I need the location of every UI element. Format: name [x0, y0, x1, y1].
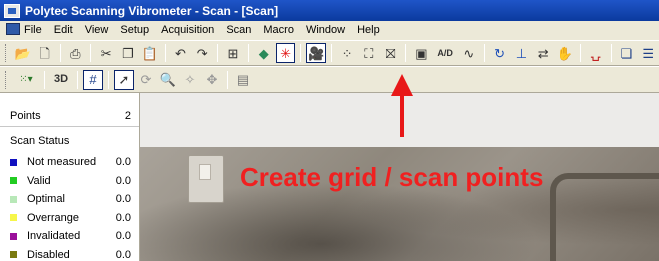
hand-icon[interactable]: ✋ [555, 43, 575, 63]
zoom-icon[interactable]: 🔍 [158, 70, 178, 90]
status-swatch [10, 214, 17, 222]
undo-icon[interactable]: ↶ [171, 43, 191, 63]
menu-setup[interactable]: Setup [114, 21, 155, 40]
toolbar-separator [579, 44, 581, 62]
menu-bar: File Edit View Setup Acquisition Scan Ma… [0, 21, 659, 40]
status-row-not-measured: Not measured 0.0 [0, 153, 139, 172]
new-icon[interactable]: 🗋 [35, 43, 55, 63]
annotation-text: Create grid / scan points [240, 162, 544, 192]
ad-settings-button[interactable]: A/D [433, 43, 457, 63]
camera-icon[interactable]: 🎥 [306, 43, 327, 63]
title-bar: Polytec Scanning Vibrometer - Scan - [Sc… [0, 0, 659, 21]
toolbar-separator [247, 44, 249, 62]
toolbar-separator [331, 44, 333, 62]
define-grid-icon[interactable]: ⛶ [359, 43, 379, 63]
status-swatch [10, 232, 17, 240]
scan-status-panel: Points 2 Scan Status Not measured 0.0 Va… [0, 93, 140, 261]
windows-icon[interactable]: ❏ [617, 43, 637, 63]
cut-icon[interactable]: ✂ [96, 43, 116, 63]
copy-icon[interactable]: ❐ [118, 43, 138, 63]
toolbar-separator [164, 44, 166, 62]
toolbar-separator [610, 44, 612, 62]
toolbar-separator [59, 44, 61, 62]
open-icon[interactable]: 📂 [13, 43, 33, 63]
measure-icon[interactable]: ▣ [411, 43, 431, 63]
document-menu-icon[interactable] [6, 23, 20, 35]
points-label: Points [10, 109, 41, 122]
list-icon[interactable]: ▤ [233, 70, 253, 90]
toolbar-grip[interactable] [5, 70, 8, 89]
points-row: Points 2 [0, 105, 139, 127]
status-row-valid: Valid 0.0 [0, 172, 139, 191]
toolbar-grip[interactable] [5, 44, 8, 62]
signal-icon[interactable]: ⍽ [586, 43, 606, 63]
arrows-icon[interactable]: ⇄ [533, 43, 553, 63]
toolbar-separator [90, 44, 92, 62]
menu-window[interactable]: Window [300, 21, 351, 40]
print-icon[interactable]: ⎙ [66, 43, 86, 63]
refresh-icon[interactable]: ↻ [490, 43, 510, 63]
light-icon[interactable]: ✧ [180, 70, 200, 90]
status-row-optimal: Optimal 0.0 [0, 190, 139, 209]
tree-icon[interactable]: ⊞ [223, 43, 243, 63]
one-point-icon[interactable]: ⊥ [512, 43, 532, 63]
view-toolbar: ⁙▾ 3D # ➚ ⟳ 🔍 ✧ ✥ ▤ [0, 66, 659, 93]
main-toolbar: 📂 🗋 ⎙ ✂ ❐ 📋 ↶ ↷ ⊞ ◆ ✳ 🎥 ⁘ ⛶ ⛝ ▣ A/D ∿ ↻ … [0, 40, 659, 66]
toolbar-separator [227, 70, 228, 89]
wall-socket-image [188, 155, 224, 203]
menu-view[interactable]: View [79, 21, 115, 40]
points-count: 2 [124, 109, 131, 122]
rotate-icon[interactable]: ⟳ [136, 70, 156, 90]
3d-button[interactable]: 3D [50, 70, 72, 90]
annotation-arrow-shaft [400, 93, 404, 137]
toolbar-separator [300, 44, 302, 62]
move-icon[interactable]: ✥ [202, 70, 222, 90]
laser-diamond-icon[interactable]: ◆ [254, 43, 274, 63]
toolbar-separator [483, 44, 485, 62]
toolbar-separator [108, 70, 109, 89]
toolbar-separator [217, 44, 219, 62]
snap-points-icon[interactable]: ⁘ [337, 43, 357, 63]
status-row-disabled: Disabled 0.0 [0, 246, 139, 261]
laser-star-icon[interactable]: ✳ [275, 43, 296, 63]
status-swatch [10, 158, 17, 166]
toolbar-separator [405, 44, 407, 62]
pointer-icon[interactable]: ➚ [114, 69, 134, 90]
status-swatch [10, 177, 17, 185]
toolbar-separator [77, 70, 78, 89]
status-row-invalidated: Invalidated 0.0 [0, 227, 139, 246]
menu-edit[interactable]: Edit [48, 21, 79, 40]
status-row-overrange: Overrange 0.0 [0, 209, 139, 228]
grid-icon[interactable]: # [83, 69, 103, 90]
menu-acquisition[interactable]: Acquisition [155, 21, 220, 40]
toolbar-separator [44, 70, 45, 89]
create-grid-scan-points-icon[interactable]: ⛝ [381, 43, 401, 63]
menu-macro[interactable]: Macro [257, 21, 300, 40]
status-swatch [10, 251, 17, 259]
generator-icon[interactable]: ∿ [459, 43, 479, 63]
menu-scan[interactable]: Scan [220, 21, 257, 40]
redo-icon[interactable]: ↷ [192, 43, 212, 63]
palette-dropdown-icon[interactable]: ⁙▾ [13, 70, 39, 90]
paste-icon[interactable]: 📋 [140, 43, 160, 63]
status-swatch [10, 195, 17, 203]
window-title: Polytec Scanning Vibrometer - Scan - [Sc… [25, 3, 279, 18]
menu-help[interactable]: Help [351, 21, 386, 40]
scan-status-header: Scan Status [10, 135, 70, 147]
app-icon [4, 3, 20, 18]
menu-file[interactable]: File [2, 21, 48, 40]
split-icon[interactable]: ☰ [638, 43, 658, 63]
